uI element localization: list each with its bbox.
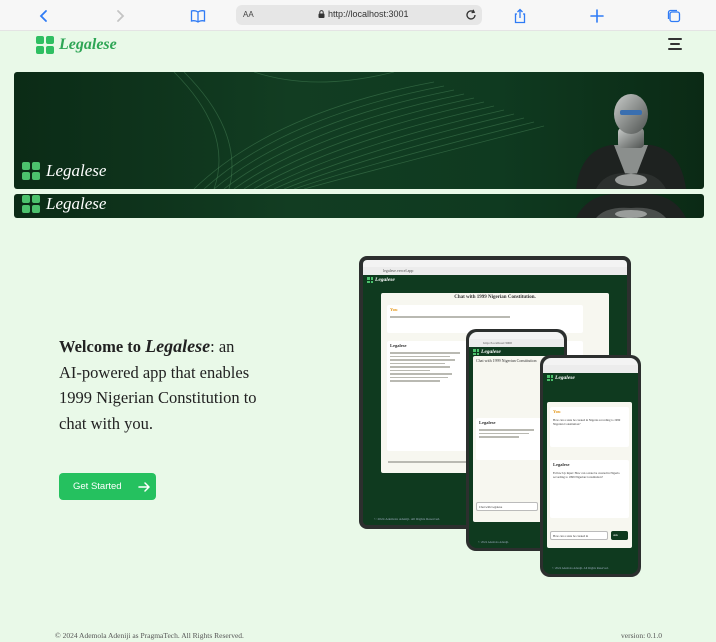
- banner-strip-brand-name: Legalese: [46, 194, 107, 213]
- chevron-right-icon[interactable]: [110, 6, 130, 26]
- tablet-url: legalese.vercel.app: [363, 267, 627, 275]
- footer-version: version: 0.1.0: [621, 631, 663, 640]
- welcome-prefix: Welcome to: [59, 337, 146, 356]
- get-started-label: Get Started: [73, 481, 122, 492]
- book-icon[interactable]: [188, 6, 208, 26]
- welcome-text: Welcome to Legalese: an AI-powered app t…: [59, 334, 259, 436]
- address-bar[interactable]: AA http://localhost:3001: [236, 5, 482, 25]
- lock-icon: [318, 10, 325, 18]
- phone2-legalese-label: Legalese: [553, 462, 570, 467]
- arrow-right-icon: [137, 481, 150, 492]
- text-size-button[interactable]: AA: [243, 10, 254, 19]
- phone2-ask-button: Ask: [613, 533, 618, 537]
- share-icon[interactable]: [510, 6, 530, 26]
- chevron-left-icon[interactable]: [34, 6, 54, 26]
- reload-icon[interactable]: [464, 8, 478, 22]
- robot-judge-image-strip: [576, 194, 686, 218]
- url-text: http://localhost:3001: [328, 9, 409, 19]
- tablet-brand: Legalese: [375, 277, 395, 283]
- plus-icon[interactable]: [587, 6, 607, 26]
- hamburger-menu-icon[interactable]: [668, 38, 682, 52]
- tabs-icon[interactable]: [664, 6, 684, 26]
- phone-mockup-2: Legalese You How can a state be created …: [540, 355, 641, 577]
- phone2-legalese-text: Follow Up Input: How can a state be crea…: [553, 471, 620, 479]
- welcome-brand: Legalese: [145, 336, 211, 356]
- footer-copyright: © 2024 Ademola Adeniji as PragmaTech. Al…: [55, 631, 244, 640]
- browser-toolbar: AA http://localhost:3001: [0, 0, 716, 31]
- hero-banner-strip: Legalese: [14, 194, 704, 218]
- tablet-you-label: You: [390, 307, 398, 312]
- banner-logo-icon: [22, 162, 40, 180]
- phone2-brand: Legalese: [555, 375, 575, 381]
- banner-brand-name: Legalese: [46, 161, 107, 180]
- get-started-button[interactable]: Get Started: [59, 473, 156, 500]
- logo-icon: [36, 36, 54, 54]
- app-header: Legalese: [0, 31, 716, 61]
- banner-strip-logo-icon: [22, 195, 40, 213]
- tablet-footer: © 2024 Ademola Adeniji. All Rights Reser…: [374, 517, 441, 521]
- phone1-url: http://localhost:3000: [469, 339, 564, 347]
- phone2-you-text: How can a state be created in Nigeria ac…: [553, 418, 621, 426]
- phone2-input: How can a state be created in: [553, 534, 589, 538]
- phone1-brand: Legalese: [481, 349, 501, 355]
- welcome-colon: :: [210, 337, 215, 356]
- tablet-title: Chat with 1999 Nigerian Constitution.: [454, 295, 536, 300]
- phone2-footer: © 2024 Ademola Adeniji. All Rights Reser…: [552, 566, 609, 570]
- brand-name: Legalese: [59, 36, 117, 53]
- brand-logo-link[interactable]: Legalese: [36, 36, 117, 54]
- phone2-you-label: You: [553, 409, 561, 414]
- phone1-input: Chat with Legalese: [479, 505, 503, 509]
- hero-banner: Legalese: [14, 72, 704, 189]
- phone1-footer: © 2024 Ademola Adeniji.: [478, 540, 509, 544]
- robot-judge-image: [576, 94, 686, 189]
